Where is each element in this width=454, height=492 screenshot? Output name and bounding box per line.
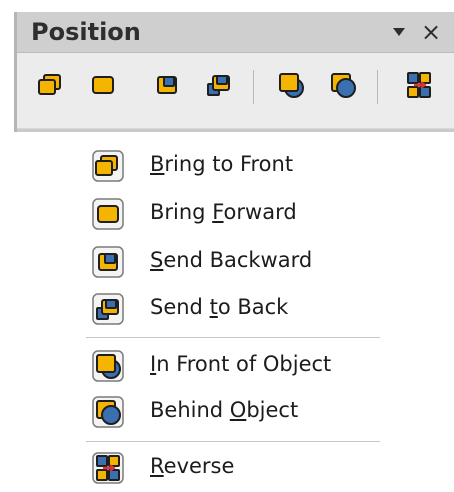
send-to-back-icon xyxy=(92,293,124,325)
menu-item-label: Bring Forward xyxy=(150,200,297,224)
dropdown-arrow-icon[interactable] xyxy=(393,28,405,36)
menu-item-label: Bring to Front xyxy=(150,152,294,176)
menu-item-reverse[interactable]: Reverse xyxy=(84,448,380,488)
menu-separator xyxy=(86,441,380,442)
toolbar-separator xyxy=(253,70,254,104)
bring-forward-button[interactable] xyxy=(87,69,119,101)
menu-separator xyxy=(86,337,380,338)
menu-item-label: Send to Back xyxy=(150,295,289,319)
reverse-icon xyxy=(92,452,124,484)
toolbar-bottom-edge xyxy=(17,128,454,132)
menu-item-label: Send Backward xyxy=(150,248,313,272)
behind-object-icon xyxy=(327,69,359,101)
menu-item-behind-object[interactable]: Behind Object xyxy=(84,392,380,432)
bring-to-front-icon xyxy=(92,150,124,182)
reverse-icon xyxy=(403,69,435,101)
in-front-of-object-icon xyxy=(275,69,307,101)
menu-item-send-to-back[interactable]: Send to Back xyxy=(84,289,380,329)
send-backward-icon xyxy=(92,246,124,278)
bring-forward-icon xyxy=(87,69,119,101)
bring-to-front-icon xyxy=(35,69,67,101)
behind-object-icon xyxy=(92,396,124,428)
send-backward-button[interactable] xyxy=(151,69,183,101)
close-icon[interactable]: × xyxy=(421,18,441,46)
menu-item-bring-to-front[interactable]: Bring to Front xyxy=(84,146,380,186)
position-toolbar: Position × xyxy=(14,12,454,132)
menu-item-in-front-of-object[interactable]: In Front of Object xyxy=(84,346,380,386)
behind-object-button[interactable] xyxy=(327,69,359,101)
bring-forward-icon xyxy=(92,198,124,230)
reverse-button[interactable] xyxy=(403,69,435,101)
toolbar-titlebar[interactable]: Position × xyxy=(17,12,454,53)
menu-item-label: In Front of Object xyxy=(150,352,332,376)
send-backward-icon xyxy=(151,69,183,101)
toolbar-buttons xyxy=(17,52,454,118)
send-to-back-icon xyxy=(203,69,235,101)
send-to-back-button[interactable] xyxy=(203,69,235,101)
bring-to-front-button[interactable] xyxy=(35,69,67,101)
toolbar-separator xyxy=(377,70,378,104)
menu-item-send-backward[interactable]: Send Backward xyxy=(84,242,380,282)
toolbar-title: Position xyxy=(31,18,141,46)
menu-item-label: Behind Object xyxy=(150,398,299,422)
menu-item-label: Reverse xyxy=(150,454,235,478)
in-front-of-object-button[interactable] xyxy=(275,69,307,101)
menu-item-bring-forward[interactable]: Bring Forward xyxy=(84,194,380,234)
in-front-of-object-icon xyxy=(92,350,124,382)
